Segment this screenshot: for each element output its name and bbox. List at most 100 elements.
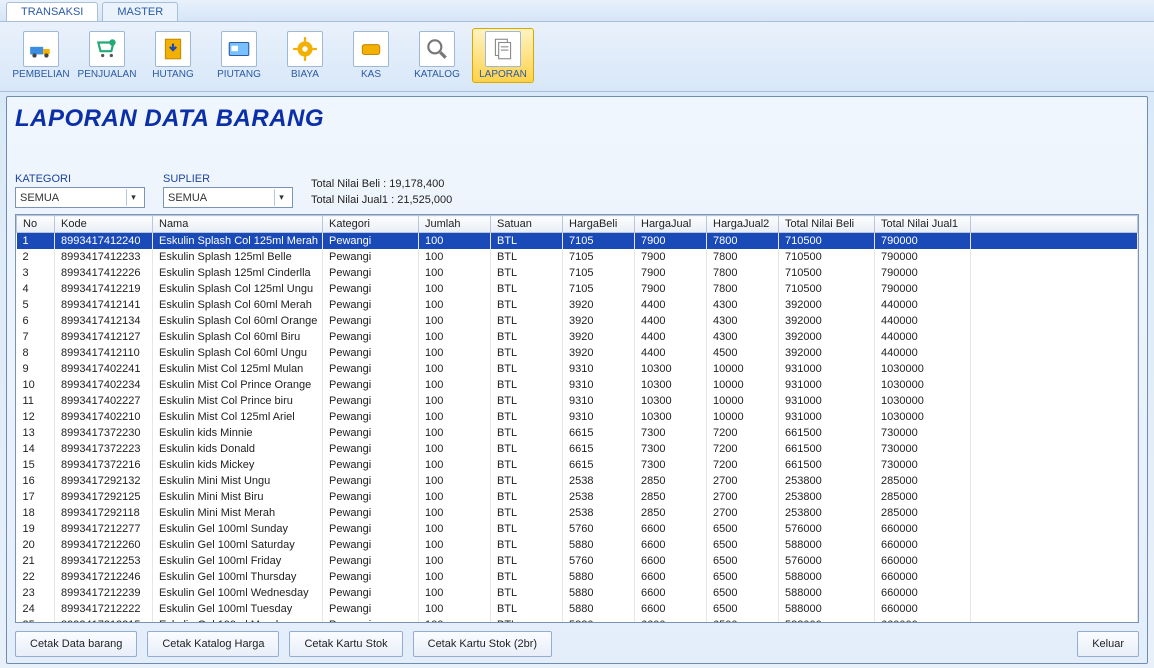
table-row[interactable]: 108993417402234Eskulin Mist Col Prince O… (17, 377, 1138, 393)
ribbon-biaya[interactable]: BIAYA (274, 28, 336, 83)
cell-hj: 6600 (635, 601, 707, 617)
cell-kategori: Pewangi (323, 345, 419, 361)
search-icon (419, 31, 455, 67)
cell-empty (971, 457, 1138, 473)
cell-tnb: 588000 (779, 537, 875, 553)
table-row[interactable]: 78993417412127Eskulin Splash Col 60ml Bi… (17, 329, 1138, 345)
cell-hb: 3920 (563, 329, 635, 345)
table-header-row: No Kode Nama Kategori Jumlah Satuan Harg… (17, 216, 1138, 233)
cell-satuan: BTL (491, 521, 563, 537)
cetak-data-button[interactable]: Cetak Data barang (15, 631, 137, 657)
cell-kategori: Pewangi (323, 569, 419, 585)
table-row[interactable]: 238993417212239Eskulin Gel 100ml Wednesd… (17, 585, 1138, 601)
cell-kode: 8993417292125 (55, 489, 153, 505)
cell-nama: Eskulin Splash 125ml Cinderlla (153, 265, 323, 281)
cell-hb: 5760 (563, 521, 635, 537)
cell-tnb: 588000 (779, 617, 875, 623)
cell-tnb: 392000 (779, 329, 875, 345)
ribbon-laporan[interactable]: LAPORAN (472, 28, 534, 83)
cell-tnj: 285000 (875, 473, 971, 489)
ribbon-hutang[interactable]: HUTANG (142, 28, 204, 83)
cell-hj2: 7200 (707, 457, 779, 473)
table-row[interactable]: 258993417212215Eskulin Gel 100ml MondayP… (17, 617, 1138, 623)
col-hargajual2[interactable]: HargaJual2 (707, 216, 779, 233)
col-totalnilaibeli[interactable]: Total Nilai Beli (779, 216, 875, 233)
table-row[interactable]: 208993417212260Eskulin Gel 100ml Saturda… (17, 537, 1138, 553)
col-hargabeli[interactable]: HargaBeli (563, 216, 635, 233)
table-row[interactable]: 178993417292125Eskulin Mini Mist BiruPew… (17, 489, 1138, 505)
cell-tnb: 253800 (779, 489, 875, 505)
table-row[interactable]: 228993417212246Eskulin Gel 100ml Thursda… (17, 569, 1138, 585)
table-row[interactable]: 248993417212222Eskulin Gel 100ml Tuesday… (17, 601, 1138, 617)
cell-hb: 9310 (563, 393, 635, 409)
ribbon-pembelian[interactable]: PEMBELIAN (10, 28, 72, 83)
ribbon-kas[interactable]: KAS (340, 28, 402, 83)
main-tabs: TRANSAKSI MASTER (0, 0, 1154, 22)
cell-kode: 8993417212260 (55, 537, 153, 553)
cell-no: 15 (17, 457, 55, 473)
cetak-katalog-button[interactable]: Cetak Katalog Harga (147, 631, 279, 657)
table-row[interactable]: 58993417412141Eskulin Splash Col 60ml Me… (17, 297, 1138, 313)
cell-no: 21 (17, 553, 55, 569)
cell-nama: Eskulin Splash Col 125ml Ungu (153, 281, 323, 297)
table-row[interactable]: 98993417402241Eskulin Mist Col 125ml Mul… (17, 361, 1138, 377)
cell-hj2: 10000 (707, 377, 779, 393)
col-no[interactable]: No (17, 216, 55, 233)
page-title: LAPORAN DATA BARANG (15, 105, 1139, 133)
cell-tnb: 931000 (779, 377, 875, 393)
table-row[interactable]: 138993417372230Eskulin kids MinniePewang… (17, 425, 1138, 441)
cell-kode: 8993417212239 (55, 585, 153, 601)
cell-nama: Eskulin Splash Col 60ml Merah (153, 297, 323, 313)
table-row[interactable]: 148993417372223Eskulin kids DonaldPewang… (17, 441, 1138, 457)
col-hargajual[interactable]: HargaJual (635, 216, 707, 233)
table-row[interactable]: 188993417292118Eskulin Mini Mist MerahPe… (17, 505, 1138, 521)
col-totalnilajual[interactable]: Total Nilai Jual1 (875, 216, 971, 233)
suplier-select[interactable]: SEMUA ▾ (163, 187, 293, 208)
ribbon-label: PIUTANG (217, 69, 261, 80)
keluar-button[interactable]: Keluar (1077, 631, 1139, 657)
table-row[interactable]: 28993417412233Eskulin Splash 125ml Belle… (17, 249, 1138, 265)
table-row[interactable]: 198993417212277Eskulin Gel 100ml SundayP… (17, 521, 1138, 537)
tab-transaksi[interactable]: TRANSAKSI (6, 2, 98, 21)
cetak-kartu2-button[interactable]: Cetak Kartu Stok (2br) (413, 631, 552, 657)
cell-no: 19 (17, 521, 55, 537)
col-kode[interactable]: Kode (55, 216, 153, 233)
ribbon-label: PEMBELIAN (12, 69, 69, 80)
ribbon-penjualan[interactable]: PENJUALAN (76, 28, 138, 83)
cell-no: 6 (17, 313, 55, 329)
cetak-kartu-button[interactable]: Cetak Kartu Stok (289, 631, 402, 657)
cell-kategori: Pewangi (323, 281, 419, 297)
kategori-select[interactable]: SEMUA ▾ (15, 187, 145, 208)
cell-satuan: BTL (491, 249, 563, 265)
table-row[interactable]: 118993417402227Eskulin Mist Col Prince b… (17, 393, 1138, 409)
table-row[interactable]: 128993417402210Eskulin Mist Col 125ml Ar… (17, 409, 1138, 425)
ribbon-piutang[interactable]: PIUTANG (208, 28, 270, 83)
cell-hj2: 4300 (707, 329, 779, 345)
cell-empty (971, 249, 1138, 265)
table-row[interactable]: 48993417412219Eskulin Splash Col 125ml U… (17, 281, 1138, 297)
col-jumlah[interactable]: Jumlah (419, 216, 491, 233)
col-kategori[interactable]: Kategori (323, 216, 419, 233)
cell-jumlah: 100 (419, 569, 491, 585)
ribbon-katalog[interactable]: KATALOG (406, 28, 468, 83)
tab-master[interactable]: MASTER (102, 2, 178, 21)
cell-kode: 8993417292118 (55, 505, 153, 521)
cell-kode: 8993417292132 (55, 473, 153, 489)
table-row[interactable]: 38993417412226Eskulin Splash 125ml Cinde… (17, 265, 1138, 281)
table-row[interactable]: 68993417412134Eskulin Splash Col 60ml Or… (17, 313, 1138, 329)
table-row[interactable]: 218993417212253Eskulin Gel 100ml FridayP… (17, 553, 1138, 569)
table-row[interactable]: 18993417412240Eskulin Splash Col 125ml M… (17, 233, 1138, 249)
col-nama[interactable]: Nama (153, 216, 323, 233)
table-row[interactable]: 158993417372216Eskulin kids MickeyPewang… (17, 457, 1138, 473)
cell-hj: 7900 (635, 281, 707, 297)
table-scroll[interactable]: No Kode Nama Kategori Jumlah Satuan Harg… (16, 215, 1138, 622)
col-satuan[interactable]: Satuan (491, 216, 563, 233)
cell-kategori: Pewangi (323, 441, 419, 457)
table-row[interactable]: 88993417412110Eskulin Splash Col 60ml Un… (17, 345, 1138, 361)
table-row[interactable]: 168993417292132Eskulin Mini Mist UnguPew… (17, 473, 1138, 489)
cell-satuan: BTL (491, 553, 563, 569)
cell-satuan: BTL (491, 281, 563, 297)
cell-hj2: 2700 (707, 473, 779, 489)
cell-hj2: 6500 (707, 537, 779, 553)
cell-kategori: Pewangi (323, 537, 419, 553)
